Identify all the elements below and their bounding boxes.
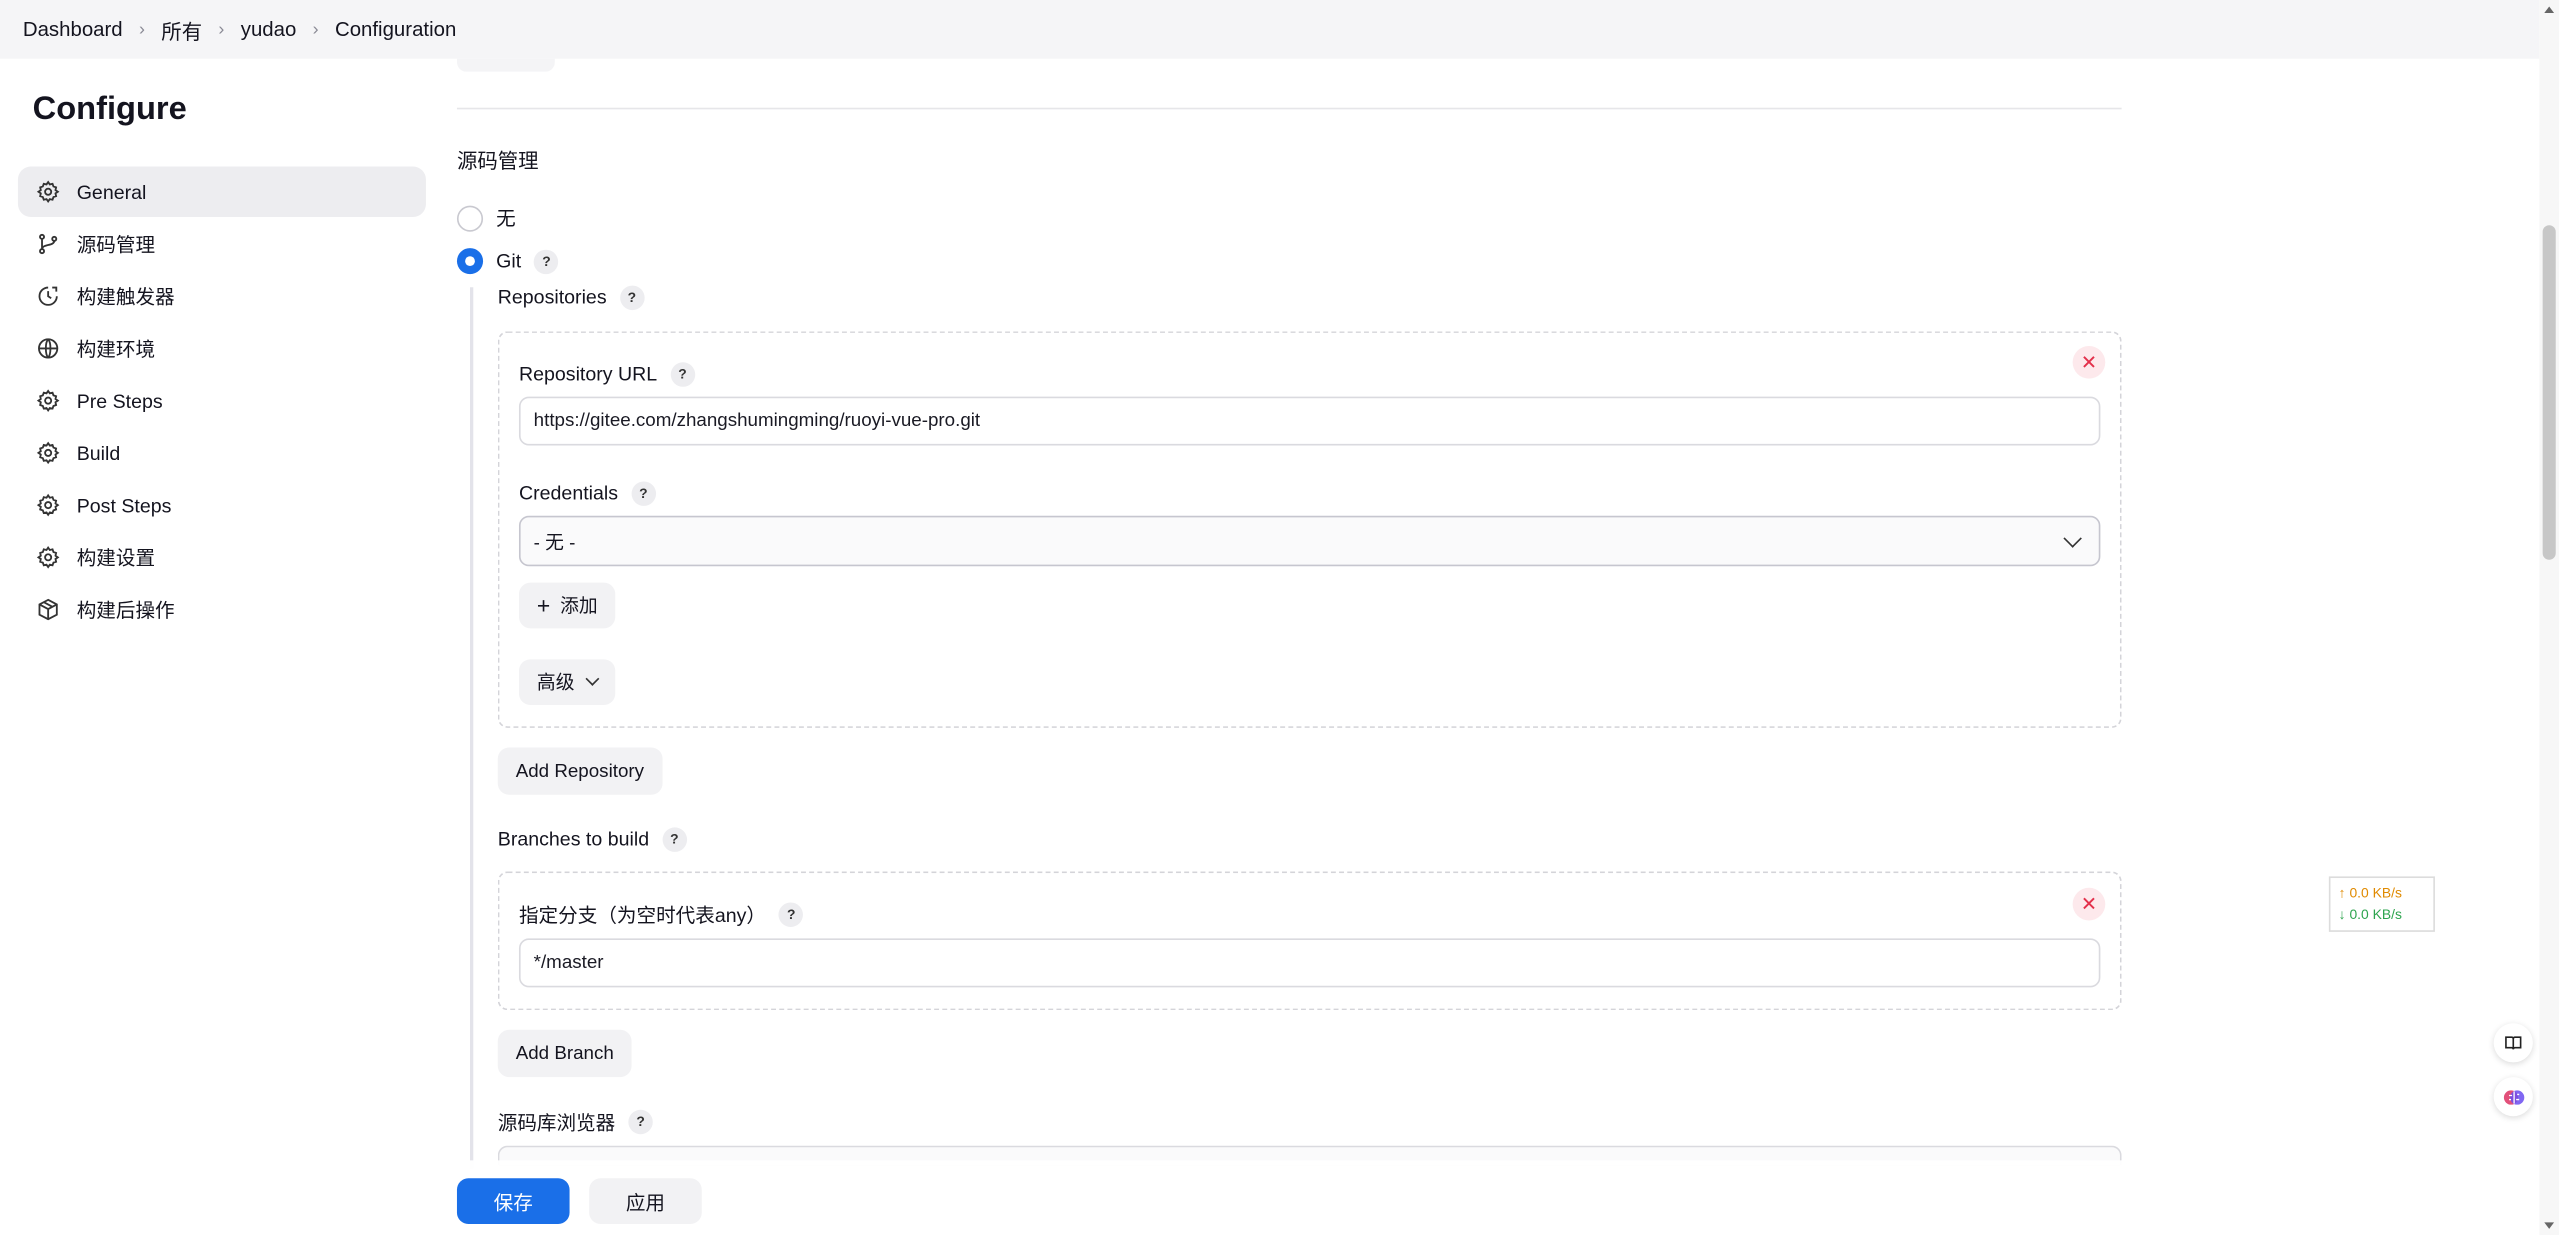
sidebar-item-general[interactable]: General bbox=[17, 166, 426, 218]
add-branch-button[interactable]: Add Branch bbox=[497, 1029, 632, 1078]
advanced-button[interactable]: 高级 bbox=[518, 659, 616, 706]
sidebar-item-build[interactable]: Build bbox=[18, 428, 426, 479]
scroll-up-arrow-icon[interactable] bbox=[2544, 6, 2555, 14]
breadcrumb-all[interactable]: 所有 bbox=[161, 14, 202, 45]
branches-label-text: Branches to build bbox=[497, 827, 650, 851]
sidebar-item-build-settings[interactable]: 构建设置 bbox=[18, 532, 426, 583]
plus-icon: + bbox=[536, 592, 551, 619]
repository-url-label: Repository URL ? bbox=[519, 361, 695, 387]
scroll-down-arrow-icon[interactable] bbox=[2544, 1222, 2555, 1229]
sidebar-item-pre-steps[interactable]: Pre Steps bbox=[18, 375, 426, 426]
save-button[interactable]: 保存 bbox=[456, 1178, 570, 1224]
radio-none[interactable] bbox=[456, 204, 484, 231]
globe-icon bbox=[34, 335, 60, 361]
repository-browser-label: 源码库浏览器 ? bbox=[498, 1108, 653, 1134]
branch-specifier-label-text: 指定分支（为空时代表any） bbox=[518, 903, 766, 927]
gear-icon bbox=[34, 544, 60, 570]
book-icon[interactable] bbox=[2493, 1023, 2533, 1063]
sidebar-item-scm[interactable]: 源码管理 bbox=[18, 219, 426, 270]
sidebar-item-environment[interactable]: 构建环境 bbox=[18, 323, 426, 374]
repositories-label-text: Repositories bbox=[497, 285, 607, 309]
branches-label: Branches to build ? bbox=[498, 826, 687, 852]
chevron-down-icon bbox=[2063, 528, 2082, 547]
chevron-right-icon: › bbox=[312, 19, 319, 40]
branch-specifier-input[interactable]: */master bbox=[518, 938, 2101, 988]
close-icon: ✕ bbox=[2080, 350, 2098, 374]
section-title-scm: 源码管理 bbox=[456, 150, 539, 173]
sidebar: Configure General 源码管理 构建触发器 构建环境 Pre St… bbox=[17, 78, 426, 636]
remove-branch-button[interactable]: ✕ bbox=[2072, 887, 2106, 921]
git-section-indent-line bbox=[470, 287, 474, 1169]
add-credentials-button[interactable]: + 添加 bbox=[518, 582, 616, 629]
add-repository-button[interactable]: Add Repository bbox=[497, 747, 662, 795]
repositories-label: Repositories ? bbox=[497, 284, 645, 310]
help-icon[interactable]: ? bbox=[619, 284, 645, 310]
vertical-scrollbar[interactable] bbox=[2539, 0, 2559, 1235]
scm-option-git[interactable]: Git ? bbox=[456, 248, 559, 275]
chevron-right-icon: › bbox=[218, 19, 225, 40]
divider bbox=[456, 107, 2122, 110]
sidebar-item-triggers[interactable]: 构建触发器 bbox=[18, 271, 426, 322]
sidebar-item-label: Build bbox=[76, 441, 121, 465]
bottom-action-bar: 保存 应用 bbox=[432, 1160, 2540, 1235]
credentials-selected-value: - 无 - bbox=[533, 532, 576, 553]
chevron-right-icon: › bbox=[138, 19, 145, 40]
radio-git[interactable] bbox=[456, 248, 484, 275]
radio-label: 无 bbox=[496, 207, 516, 231]
help-icon[interactable]: ? bbox=[631, 480, 656, 506]
gear-icon bbox=[34, 388, 60, 414]
help-icon[interactable]: ? bbox=[628, 1108, 653, 1134]
credentials-label: Credentials ? bbox=[519, 480, 656, 506]
repository-browser-label-text: 源码库浏览器 bbox=[497, 1110, 616, 1134]
sidebar-item-label: Post Steps bbox=[76, 493, 172, 517]
repository-url-input[interactable]: https://gitee.com/zhangshumingming/ruoyi… bbox=[518, 396, 2101, 446]
breadcrumb-project[interactable]: yudao bbox=[241, 18, 297, 41]
close-icon: ✕ bbox=[2080, 892, 2098, 916]
advanced-label: 高级 bbox=[536, 674, 575, 694]
help-icon[interactable]: ? bbox=[670, 361, 695, 386]
sidebar-item-label: 构建触发器 bbox=[76, 285, 175, 309]
credentials-label-text: Credentials bbox=[518, 481, 619, 505]
apply-button[interactable]: 应用 bbox=[589, 1178, 702, 1224]
scm-option-none[interactable]: 无 bbox=[456, 204, 516, 232]
help-icon[interactable]: ? bbox=[662, 826, 687, 852]
remove-repository-button[interactable]: ✕ bbox=[2072, 345, 2106, 379]
gear-icon bbox=[34, 440, 60, 466]
sidebar-item-label: 构建后操作 bbox=[76, 598, 175, 622]
breadcrumb-configuration[interactable]: Configuration bbox=[335, 18, 456, 41]
repository-box: ✕ Repository URL ? https://gitee.com/zha… bbox=[497, 331, 2122, 728]
sidebar-item-label: 源码管理 bbox=[76, 233, 156, 257]
clock-icon bbox=[34, 283, 60, 309]
network-speed-widget: ↑ 0.0 KB/s ↓ 0.0 KB/s bbox=[2328, 876, 2435, 932]
sidebar-item-post-steps[interactable]: Post Steps bbox=[18, 480, 426, 531]
sidebar-item-post-build[interactable]: 构建后操作 bbox=[18, 584, 426, 635]
help-icon[interactable]: ? bbox=[779, 901, 804, 927]
scrollbar-thumb[interactable] bbox=[2542, 225, 2556, 560]
sidebar-item-label: 构建环境 bbox=[76, 337, 156, 361]
sidebar-item-label: General bbox=[76, 180, 147, 204]
git-branch-icon bbox=[34, 231, 60, 257]
breadcrumb: Dashboard › 所有 › yudao › Configuration bbox=[0, 0, 2540, 59]
chevron-down-icon bbox=[585, 671, 600, 686]
sidebar-item-label: Pre Steps bbox=[76, 389, 163, 413]
upload-speed: ↑ 0.0 KB/s bbox=[2338, 884, 2402, 901]
ai-brain-icon[interactable] bbox=[2493, 1077, 2533, 1117]
branch-box: ✕ 指定分支（为空时代表any） ? */master bbox=[497, 871, 2122, 1011]
package-icon bbox=[34, 596, 60, 622]
gear-icon bbox=[34, 492, 60, 518]
credentials-select[interactable]: - 无 - bbox=[518, 515, 2101, 567]
repository-url-label-text: Repository URL bbox=[518, 362, 658, 386]
radio-label: Git bbox=[496, 249, 522, 273]
add-credentials-label: 添加 bbox=[560, 597, 598, 617]
gear-icon bbox=[34, 179, 60, 205]
breadcrumb-dashboard[interactable]: Dashboard bbox=[23, 18, 123, 41]
sidebar-item-label: 构建设置 bbox=[76, 546, 156, 570]
branch-specifier-label: 指定分支（为空时代表any） ? bbox=[519, 901, 804, 927]
download-speed: ↓ 0.0 KB/s bbox=[2338, 905, 2402, 923]
help-icon[interactable]: ? bbox=[534, 248, 559, 274]
page-title: Configure bbox=[32, 91, 187, 128]
